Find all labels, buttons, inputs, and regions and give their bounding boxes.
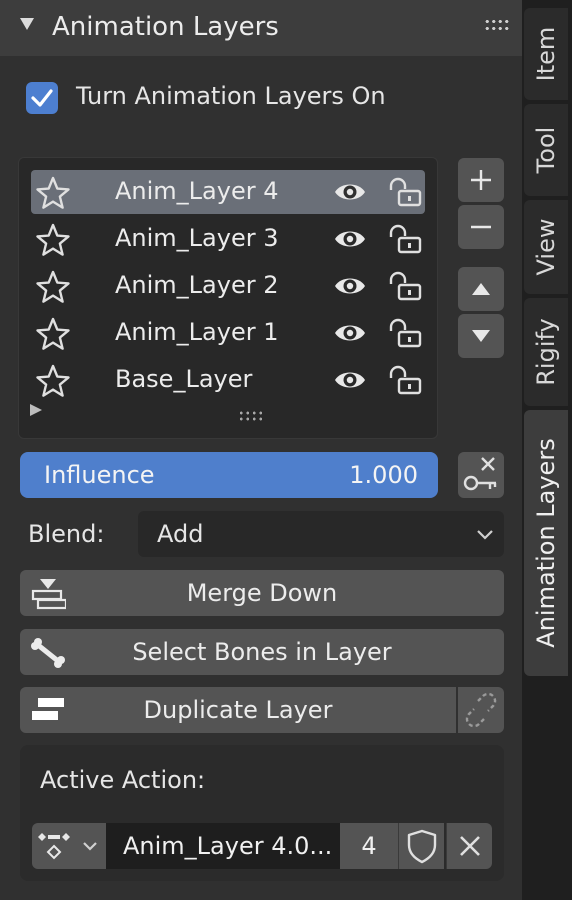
blend-dropdown[interactable]: Add [138, 511, 504, 557]
action-keyframes-icon [38, 833, 97, 860]
unlocked-lock-icon[interactable] [387, 176, 423, 208]
triangle-up-icon [472, 283, 490, 295]
shield-icon [407, 829, 437, 864]
minus-icon [471, 225, 491, 229]
star-icon[interactable] [35, 270, 71, 304]
layer-row[interactable]: Anim_Layer 2 [31, 264, 425, 308]
sidebar-tab-bar: Item Tool View Rigify Animation Layers [522, 0, 572, 900]
collapse-triangle-icon[interactable] [20, 18, 34, 30]
layer-row[interactable]: Anim_Layer 1 [31, 311, 425, 355]
tab-tool-label: Tool [532, 126, 560, 174]
blend-value: Add [157, 520, 204, 548]
layer-row[interactable]: Anim_Layer 4 [31, 170, 425, 214]
drag-handle-icon[interactable] [484, 18, 510, 32]
panel-title: Animation Layers [52, 12, 279, 42]
tab-rigify[interactable]: Rigify [524, 298, 568, 406]
star-icon[interactable] [35, 176, 71, 210]
action-name-field[interactable]: Anim_Layer 4.0... [106, 823, 340, 869]
add-layer-button[interactable] [458, 158, 504, 202]
eye-icon[interactable] [333, 227, 367, 251]
plus-icon [471, 170, 491, 190]
unlocked-lock-icon[interactable] [387, 223, 423, 255]
influence-label: Influence [44, 461, 155, 489]
unlocked-lock-icon[interactable] [387, 364, 423, 396]
list-filter-expand-icon[interactable] [30, 404, 42, 416]
tab-rigify-label: Rigify [532, 318, 560, 386]
influence-value: 1.000 [349, 461, 418, 489]
star-icon[interactable] [35, 223, 71, 257]
active-action-label: Active Action: [40, 766, 206, 794]
layer-name: Base_Layer [115, 365, 253, 393]
duplicate-layer-label: Duplicate Layer [143, 696, 333, 724]
influence-key-button[interactable] [458, 452, 504, 498]
layer-name: Anim_Layer 4 [115, 177, 279, 205]
eye-icon[interactable] [333, 321, 367, 345]
fake-user-button[interactable] [398, 823, 444, 869]
tab-item[interactable]: Item [524, 8, 568, 100]
tab-animation-layers-label: Animation Layers [532, 438, 560, 648]
action-browse-button[interactable] [32, 823, 106, 869]
star-icon[interactable] [35, 317, 71, 351]
duplicate-layer-button[interactable]: Duplicate Layer [20, 687, 456, 733]
tab-animation-layers[interactable]: Animation Layers [524, 410, 568, 676]
layer-row[interactable]: Anim_Layer 3 [31, 217, 425, 261]
star-icon[interactable] [35, 364, 71, 398]
action-users-text: 4 [361, 832, 377, 860]
move-layer-down-button[interactable] [458, 314, 504, 358]
tab-view[interactable]: View [524, 200, 568, 294]
eye-icon[interactable] [333, 368, 367, 392]
duplicate-linked-button[interactable] [458, 687, 504, 733]
select-bones-label: Select Bones in Layer [132, 638, 392, 666]
unlink-action-button[interactable] [446, 823, 492, 869]
layers-on-label: Turn Animation Layers On [76, 82, 386, 110]
layer-name: Anim_Layer 3 [115, 224, 279, 252]
merge-down-label: Merge Down [186, 579, 338, 607]
key-clear-icon [463, 457, 497, 491]
action-name-text: Anim_Layer 4.0... [123, 832, 333, 860]
chevron-down-icon [477, 530, 493, 540]
unlocked-lock-icon[interactable] [387, 270, 423, 302]
action-users-count[interactable]: 4 [340, 823, 398, 869]
layers-on-checkbox[interactable] [26, 82, 58, 114]
unlink-icon [465, 692, 497, 728]
layer-name: Anim_Layer 1 [115, 318, 279, 346]
tab-tool[interactable]: Tool [524, 104, 568, 196]
unlocked-lock-icon[interactable] [387, 317, 423, 349]
triangle-down-icon [472, 330, 490, 342]
close-icon [460, 836, 480, 856]
tab-item-label: Item [532, 26, 560, 82]
checkmark-icon [31, 89, 53, 107]
influence-slider[interactable]: Influence 1.000 [20, 452, 438, 498]
eye-icon[interactable] [333, 274, 367, 298]
remove-layer-button[interactable] [458, 205, 504, 249]
layer-list[interactable]: Anim_Layer 4 Anim_Layer 3 Anim_Layer 2 A… [18, 157, 438, 439]
list-resize-grip-icon[interactable] [238, 410, 264, 422]
blend-label: Blend: [28, 520, 105, 548]
tab-view-label: View [532, 218, 560, 276]
layer-name: Anim_Layer 2 [115, 271, 279, 299]
layer-row[interactable]: Base_Layer [31, 358, 425, 402]
move-layer-up-button[interactable] [458, 267, 504, 311]
select-bones-button[interactable]: Select Bones in Layer [20, 629, 504, 675]
eye-icon[interactable] [333, 180, 367, 204]
merge-down-button[interactable]: Merge Down [20, 570, 504, 616]
